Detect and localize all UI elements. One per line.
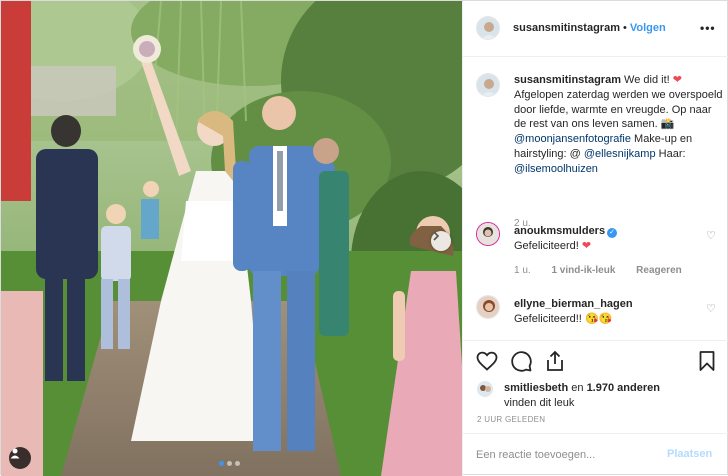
avatar-image	[477, 74, 499, 96]
separator-dot: •	[622, 22, 627, 34]
comment-text: ellyne_bierman_hagen Gefeliciteerd!! 😘😘	[514, 297, 726, 327]
comment-text: anoukmsmulders ✓ Gefeliciteerd! ❤	[514, 224, 726, 254]
likes-text: smitliesbeth en 1.970 anderen vinden dit…	[504, 381, 714, 410]
comment-meta: 1 u. 1 vind-ik-leuk Reageren	[514, 265, 700, 276]
more-options-icon[interactable]: •••	[700, 21, 716, 35]
post-comment-button[interactable]: Plaatsen	[667, 448, 712, 460]
comment-like-heart-icon[interactable]: ♡	[706, 302, 716, 315]
header-user-line: susansmitinstagram • Volgen	[513, 22, 666, 34]
caption-username[interactable]: susansmitinstagram	[514, 74, 621, 86]
share-icon[interactable]	[543, 349, 567, 373]
reply-button[interactable]: Reageren	[636, 265, 682, 276]
caption-line-4: Haar:	[658, 147, 686, 160]
chevron-right-icon	[433, 231, 440, 241]
comment-likes-count[interactable]: 1 vind-ik-leuk	[551, 265, 615, 276]
carousel-indicator	[219, 461, 240, 466]
comment-body: Gefeliciteerd!	[514, 239, 579, 252]
user-tag-button[interactable]	[9, 447, 31, 469]
carousel-dot	[227, 461, 232, 466]
post-photo[interactable]	[1, 1, 462, 476]
caption-text: susansmitinstagram We did it! ❤ Afgelope…	[514, 73, 726, 177]
comment-input[interactable]	[476, 446, 666, 464]
author-avatar[interactable]	[476, 16, 500, 40]
red-heart-emoji: ❤	[581, 239, 592, 252]
post-side-panel: susansmitinstagram • Volgen ••• susansmiti…	[462, 1, 728, 476]
follow-button[interactable]: Volgen	[630, 22, 666, 34]
kiss-emoji: 😘😘	[584, 312, 613, 325]
comments-list: susansmitinstagram We did it! ❤ Afgelope…	[463, 58, 728, 340]
liker-username[interactable]: smitliesbeth	[504, 382, 568, 394]
bookmark-icon[interactable]	[695, 349, 719, 373]
caption-line-1: We did it!	[624, 74, 670, 86]
post-header: susansmitinstagram • Volgen •••	[463, 1, 728, 57]
comment-icon[interactable]	[509, 349, 533, 373]
comment-like-heart-icon[interactable]: ♡	[706, 229, 716, 242]
user-tag-icon	[10, 448, 20, 459]
likes-others-count[interactable]: 1.970 anderen	[587, 382, 660, 394]
avatar-image	[477, 296, 499, 318]
add-comment-bar: Plaatsen	[463, 433, 728, 476]
caption-avatar[interactable]	[476, 73, 500, 97]
carousel-dot	[235, 461, 240, 466]
avatar-image	[477, 223, 499, 245]
commenter-avatar[interactable]	[476, 222, 500, 246]
mention-link[interactable]: @ellesnijkamp	[584, 148, 656, 160]
post-timestamp[interactable]: 2 UUR GELEDEN	[477, 415, 545, 424]
wedding-photo	[1, 1, 462, 476]
mention-link[interactable]: @moonjansenfotografie	[514, 133, 631, 145]
liker-avatar[interactable]	[477, 381, 493, 397]
verified-badge-icon: ✓	[607, 228, 618, 238]
avatar-image	[477, 381, 493, 397]
instagram-post: susansmitinstagram • Volgen ••• susansmiti…	[0, 0, 728, 476]
red-heart-emoji: ❤	[672, 74, 682, 86]
action-bar	[463, 340, 728, 380]
commenter-avatar[interactable]	[476, 295, 500, 319]
caption-line-2: Afgelopen zaterdag werden we overspoeld …	[514, 88, 723, 131]
camera-emoji: 📸	[660, 118, 675, 131]
comment-username[interactable]: anoukmsmulders	[514, 225, 605, 237]
author-username[interactable]: susansmitinstagram	[513, 22, 620, 34]
likes-suffix: vinden dit leuk	[504, 396, 575, 409]
mention-link[interactable]: @ilsemoolhuizen	[514, 163, 598, 175]
comment-body: Gefeliciteerd!!	[514, 312, 582, 325]
comment-username[interactable]: ellyne_bierman_hagen	[514, 298, 633, 310]
avatar-image	[477, 17, 499, 39]
carousel-next-button[interactable]	[431, 231, 451, 251]
heart-icon[interactable]	[475, 349, 499, 373]
likes-connector: en	[571, 382, 584, 394]
carousel-dot	[219, 461, 224, 466]
comment-time[interactable]: 1 u.	[514, 265, 531, 276]
